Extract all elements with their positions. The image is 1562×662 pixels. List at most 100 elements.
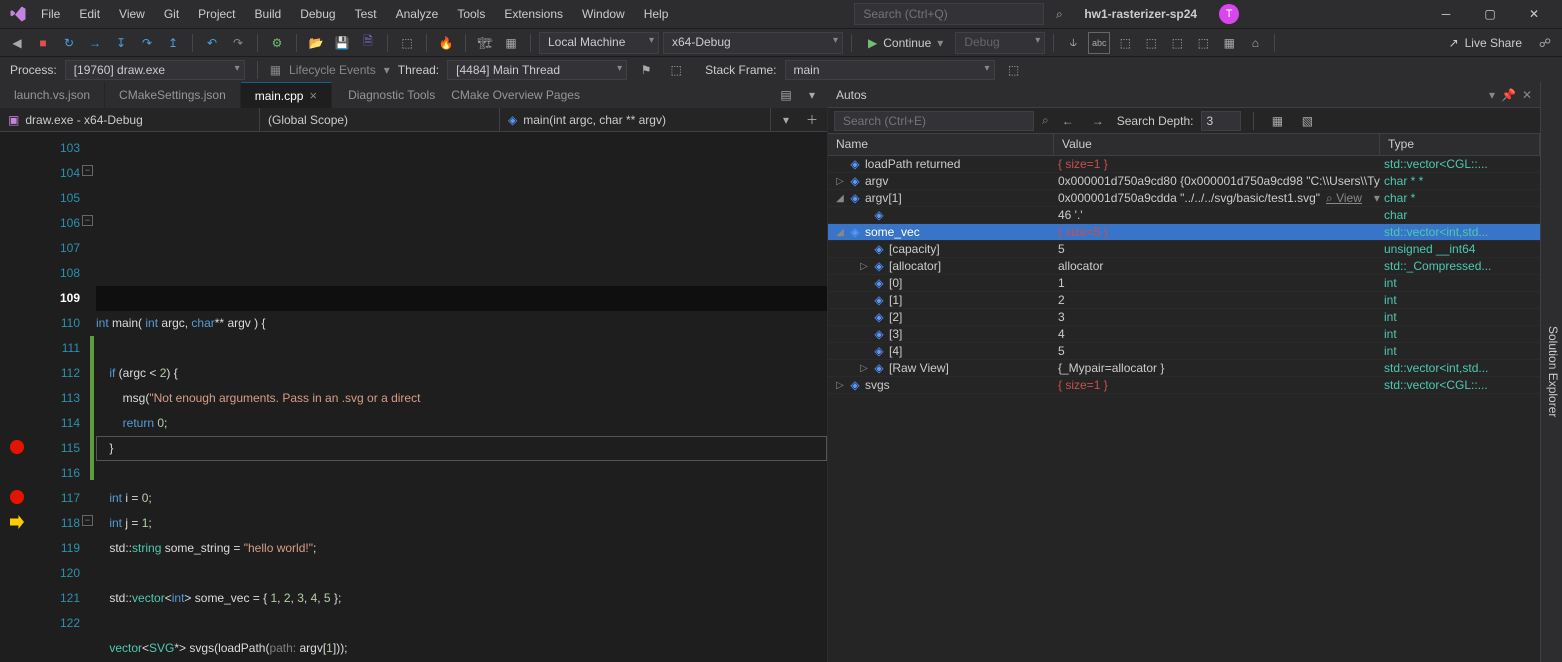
undo-icon[interactable]: ↶	[201, 32, 223, 54]
expand-icon[interactable]: ◢	[835, 193, 845, 204]
solution-explorer-tab[interactable]: Solution Explorer	[1540, 82, 1562, 662]
tab-launch-json[interactable]: launch.vs.json	[0, 82, 105, 108]
autos-row[interactable]: ◈[3]4int	[828, 326, 1540, 343]
fold-icon[interactable]: −	[82, 165, 93, 176]
fold-icon[interactable]: −	[82, 215, 93, 226]
tool-icon-2[interactable]: abc	[1088, 32, 1110, 54]
process-dropdown[interactable]: [19760] draw.exe	[65, 60, 245, 80]
step-into-icon[interactable]: ↧	[110, 32, 132, 54]
autos-grid[interactable]: ◈loadPath returned{ size=1 }std::vector<…	[828, 156, 1540, 662]
hot-reload-icon[interactable]: 🔥	[435, 32, 457, 54]
tab-diagnostic[interactable]: Diagnostic Tools	[348, 88, 435, 102]
avatar[interactable]: T	[1219, 4, 1239, 24]
autos-row[interactable]: ▷◈argv0x000001d750a9cd80 {0x000001d750a9…	[828, 173, 1540, 190]
nav-back-icon[interactable]: ◀	[6, 32, 28, 54]
menu-test[interactable]: Test	[346, 3, 386, 25]
nav-next-icon[interactable]: →	[1087, 110, 1109, 132]
menu-file[interactable]: File	[32, 3, 69, 25]
menu-edit[interactable]: Edit	[70, 3, 109, 25]
tab-cmake-overview[interactable]: CMake Overview Pages	[451, 88, 580, 102]
search-depth-input[interactable]	[1201, 111, 1241, 131]
breakpoint-icon[interactable]	[10, 490, 24, 504]
view-link[interactable]: ⌕ View	[1326, 191, 1362, 206]
machine-dropdown[interactable]: Local Machine	[539, 32, 659, 54]
stack-dropdown[interactable]: main	[785, 60, 995, 80]
tool-icon-1[interactable]: ⫝	[1062, 32, 1084, 54]
expand-icon[interactable]: ▷	[859, 261, 869, 272]
step-over-icon[interactable]: ↷	[136, 32, 158, 54]
step-out-icon[interactable]: ↥	[162, 32, 184, 54]
menu-window[interactable]: Window	[573, 3, 634, 25]
menu-analyze[interactable]: Analyze	[387, 3, 448, 25]
save-all-icon[interactable]: 🗎	[357, 32, 379, 54]
code-content[interactable]: − − − int main( int argc, char** argv ) …	[96, 132, 827, 662]
feedback-icon[interactable]: ☍	[1534, 32, 1556, 54]
autos-row[interactable]: ◈[capacity]5unsigned __int64	[828, 241, 1540, 258]
tab-main-cpp[interactable]: main.cpp×	[241, 82, 332, 108]
breakpoint-icon[interactable]	[10, 440, 24, 454]
menu-extensions[interactable]: Extensions	[495, 3, 572, 25]
menu-help[interactable]: Help	[635, 3, 678, 25]
search-icon[interactable]: ⌕	[1042, 113, 1049, 128]
autos-row[interactable]: ◈46 '.'char	[828, 207, 1540, 224]
close-button[interactable]: ✕	[1512, 0, 1556, 28]
redo-icon[interactable]: ↷	[227, 32, 249, 54]
tool-icon-6[interactable]: ⬚	[1192, 32, 1214, 54]
minimize-button[interactable]: ─	[1424, 0, 1468, 28]
pin-icon[interactable]: 📌	[1501, 88, 1516, 102]
autos-row[interactable]: ▷◈[Raw View]{_Mypair=allocator }std::vec…	[828, 360, 1540, 377]
autos-row[interactable]: ◈[0]1int	[828, 275, 1540, 292]
close-icon[interactable]: ×	[309, 88, 317, 103]
expand-icon[interactable]: ▷	[835, 380, 845, 391]
autos-row[interactable]: ▷◈[allocator]allocatorstd::_Compressed..…	[828, 258, 1540, 275]
fold-icon[interactable]: −	[82, 515, 93, 526]
dropdown-icon[interactable]: ▾	[1489, 88, 1495, 102]
autos-search-input[interactable]	[834, 111, 1034, 131]
tool-icon-4[interactable]: ⬚	[1140, 32, 1162, 54]
config-dropdown[interactable]: x64-Debug	[663, 32, 843, 54]
lifecycle-icon[interactable]: ▦	[270, 63, 281, 77]
search-icon[interactable]: ⌕	[1048, 3, 1070, 25]
expand-icon[interactable]: ▷	[835, 176, 845, 187]
build-icon[interactable]: 🏗	[474, 32, 496, 54]
save-icon[interactable]: 💾	[331, 32, 353, 54]
brush-icon[interactable]: ⬚	[396, 32, 418, 54]
search-input[interactable]	[854, 3, 1044, 25]
lifecycle-label[interactable]: Lifecycle Events	[289, 63, 376, 77]
view-icon-1[interactable]: ▦	[1266, 110, 1288, 132]
tool-icon-7[interactable]: ▦	[1218, 32, 1240, 54]
expand-icon[interactable]: ▷	[859, 363, 869, 374]
menu-tools[interactable]: Tools	[448, 3, 494, 25]
menu-git[interactable]: Git	[155, 3, 188, 25]
col-type[interactable]: Type	[1380, 134, 1540, 155]
close-icon[interactable]: ✕	[1522, 88, 1532, 102]
nav-file-dropdown[interactable]: ▣draw.exe - x64-Debug	[0, 108, 260, 131]
autos-row[interactable]: ◢◈argv[1]0x000001d750a9cdda "../../../sv…	[828, 190, 1540, 207]
add-icon[interactable]: ＋	[801, 109, 823, 131]
menu-debug[interactable]: Debug	[291, 3, 344, 25]
menu-project[interactable]: Project	[189, 3, 244, 25]
view-icon-2[interactable]: ▧	[1296, 110, 1318, 132]
nav-scope-dropdown[interactable]: (Global Scope)	[260, 108, 500, 131]
layout-icon[interactable]: ▦	[500, 32, 522, 54]
stop-icon[interactable]: ■	[32, 32, 54, 54]
debug-dropdown[interactable]: Debug	[955, 32, 1045, 54]
flag-icon[interactable]: ⚑	[635, 59, 657, 81]
nav-func-dropdown[interactable]: ◈main(int argc, char ** argv)	[500, 108, 771, 131]
col-value[interactable]: Value	[1054, 134, 1380, 155]
autos-row[interactable]: ▷◈svgs{ size=1 }std::vector<CGL::...	[828, 377, 1540, 394]
configure-icon[interactable]: ⚙	[266, 32, 288, 54]
tool-icon-8[interactable]: ⌂	[1244, 32, 1266, 54]
thread-dropdown[interactable]: [4484] Main Thread	[447, 60, 627, 80]
preview-icon[interactable]: ▤	[775, 84, 797, 106]
menu-build[interactable]: Build	[246, 3, 291, 25]
autos-row[interactable]: ◈[4]5int	[828, 343, 1540, 360]
dropdown-icon[interactable]: ▾	[801, 84, 823, 106]
refresh-icon[interactable]: ↻	[58, 32, 80, 54]
menu-view[interactable]: View	[110, 3, 154, 25]
live-share-button[interactable]: ↗ Live Share	[1441, 36, 1530, 50]
autos-row[interactable]: ◈loadPath returned{ size=1 }std::vector<…	[828, 156, 1540, 173]
nav-prev-icon[interactable]: ←	[1057, 110, 1079, 132]
tool-icon-3[interactable]: ⬚	[1114, 32, 1136, 54]
stack-icon[interactable]: ⬚	[1003, 59, 1025, 81]
